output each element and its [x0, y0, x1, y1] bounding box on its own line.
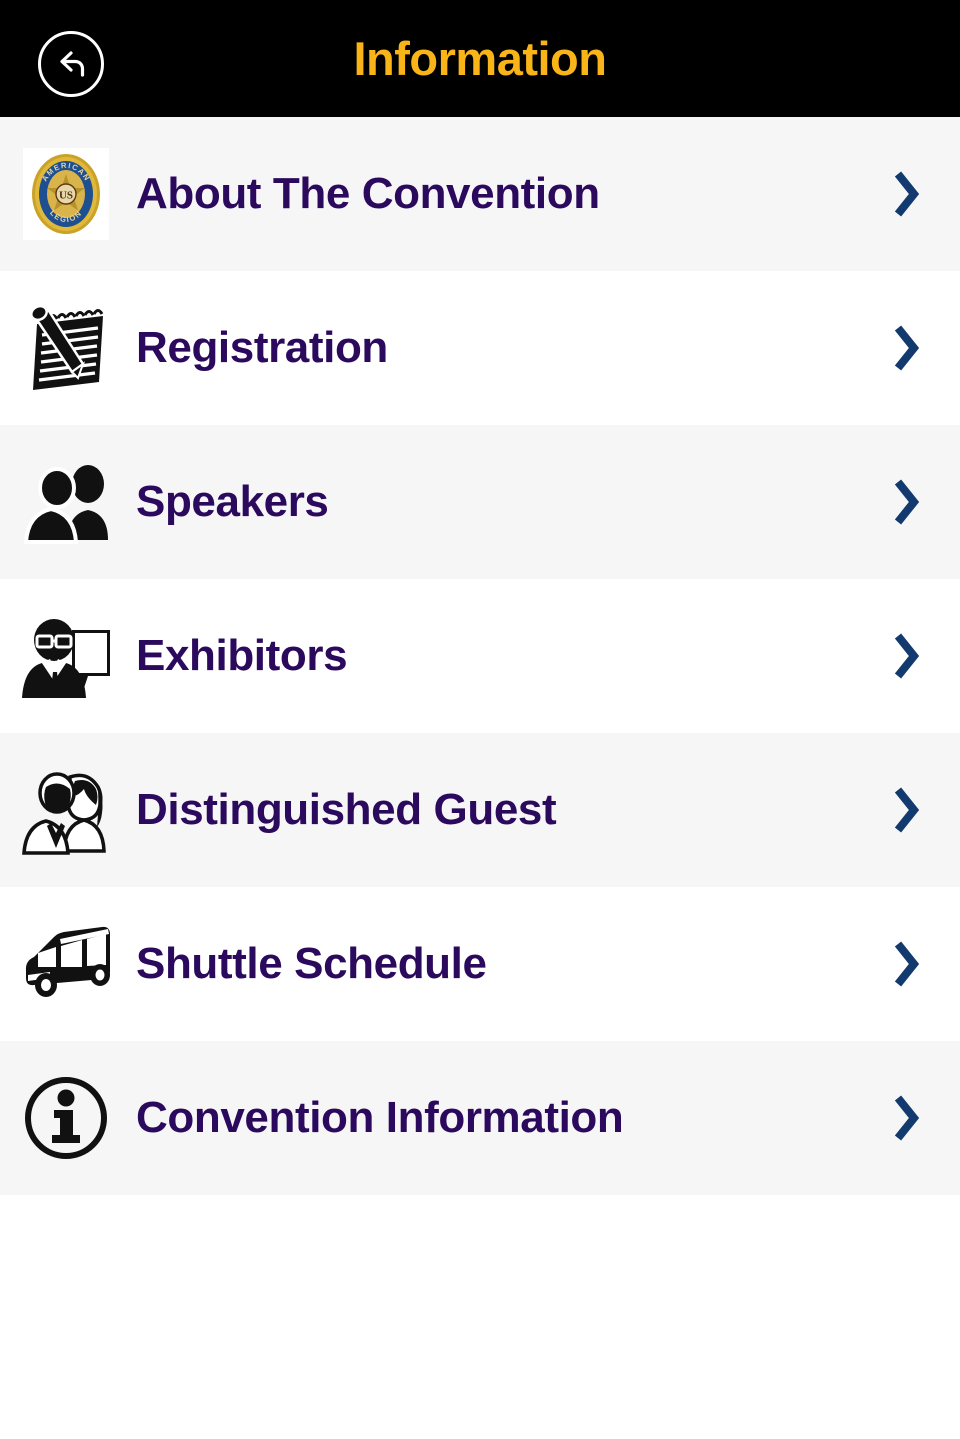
chevron-right-icon[interactable]	[870, 475, 960, 529]
list-item-exhibitors[interactable]: Exhibitors	[0, 579, 960, 733]
app-header: Information	[0, 0, 960, 117]
list-item-convention-information[interactable]: Convention Information	[0, 1041, 960, 1195]
notepad-pen-icon	[6, 298, 126, 398]
list-item-registration[interactable]: Registration	[0, 271, 960, 425]
list-item-about-the-convention[interactable]: US AMERICAN LEGION About The Convention	[0, 117, 960, 271]
two-people-outline-icon	[6, 760, 126, 860]
list-item-label: Exhibitors	[136, 631, 348, 680]
chevron-right-icon[interactable]	[870, 1091, 960, 1145]
list-item-label: Convention Information	[136, 1093, 624, 1142]
chevron-right-icon[interactable]	[870, 167, 960, 221]
list-item-speakers[interactable]: Speakers	[0, 425, 960, 579]
two-people-filled-icon	[6, 452, 126, 552]
information-menu-list: US AMERICAN LEGION About The Convention	[0, 117, 960, 1195]
list-item-shuttle-schedule[interactable]: Shuttle Schedule	[0, 887, 960, 1041]
list-item-label: Registration	[136, 323, 388, 372]
svg-text:US: US	[59, 190, 73, 202]
info-circle-icon	[6, 1068, 126, 1168]
page-title: Information	[353, 32, 607, 85]
list-item-label: Distinguished Guest	[136, 785, 557, 834]
american-legion-emblem-icon: US AMERICAN LEGION	[6, 144, 126, 244]
presenter-board-icon	[6, 606, 126, 706]
chevron-right-icon[interactable]	[870, 937, 960, 991]
chevron-right-icon[interactable]	[870, 783, 960, 837]
back-arrow-icon	[51, 44, 91, 84]
back-button[interactable]	[38, 31, 104, 97]
list-item-label: About The Convention	[136, 169, 600, 218]
list-item-label: Shuttle Schedule	[136, 939, 487, 988]
list-item-label: Speakers	[136, 477, 329, 526]
chevron-right-icon[interactable]	[870, 629, 960, 683]
list-item-distinguished-guest[interactable]: Distinguished Guest	[0, 733, 960, 887]
chevron-right-icon[interactable]	[870, 321, 960, 375]
shuttle-van-icon	[6, 914, 126, 1014]
